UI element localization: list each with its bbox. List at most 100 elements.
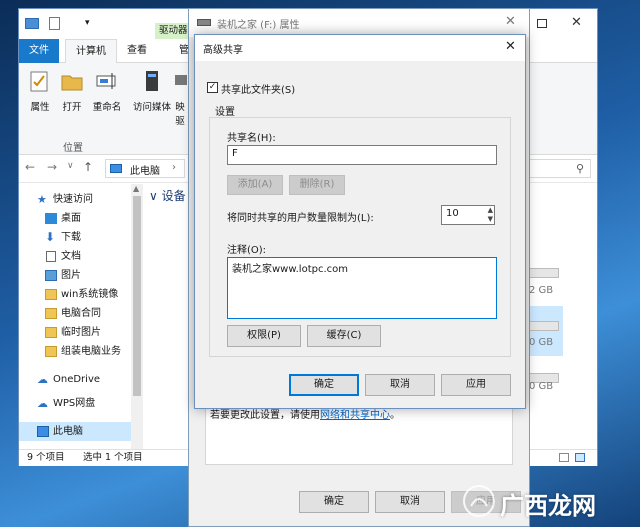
nav-item-folder[interactable]: win系统镜像 <box>19 285 143 304</box>
permissions-button[interactable]: 权限(P) <box>227 325 301 347</box>
access-media-button[interactable]: 访问媒体 <box>131 69 173 113</box>
chevron-right-icon: › <box>172 162 176 173</box>
star-icon: ★ <box>37 193 47 206</box>
rename-icon <box>95 69 119 93</box>
desktop-icon <box>45 213 57 224</box>
nav-this-pc[interactable]: 此电脑 <box>19 422 143 441</box>
caching-button[interactable]: 缓存(C) <box>307 325 381 347</box>
computer-icon <box>110 164 122 173</box>
properties-title: 装机之家 (F:) 属性 <box>217 20 300 31</box>
tab-view[interactable]: 查看 <box>117 39 157 63</box>
open-label: 打开 <box>62 102 82 113</box>
properties-qa-icon[interactable] <box>49 17 60 30</box>
document-icon <box>46 251 56 262</box>
nav-item-downloads[interactable]: ⬇ 下载 ✦ <box>19 228 143 247</box>
scroll-thumb[interactable] <box>133 196 141 396</box>
watermark-text: 广西龙网 <box>500 492 596 520</box>
up-arrow-icon[interactable]: ↑ <box>83 160 93 174</box>
cancel-button[interactable]: 取消 <box>365 374 435 396</box>
add-button[interactable]: 添加(A) <box>227 175 283 195</box>
open-button[interactable]: 打开 <box>57 69 87 113</box>
nav-item-folder[interactable]: 临时图片 <box>19 323 143 342</box>
tab-computer[interactable]: 计算机 <box>65 39 117 63</box>
address-bar[interactable]: 此电脑 › <box>105 159 185 178</box>
properties-content-area: 若要更改此设置，请使用网络和共享中心。 <box>205 401 513 465</box>
access-media-label: 访问媒体 <box>132 102 171 113</box>
map-drive-label: 映 <box>175 102 185 113</box>
computer-icon <box>37 426 49 437</box>
properties-titlebar: 装机之家 (F:) 属性 ✕ <box>189 9 529 37</box>
share-checkbox-label: 共享此文件夹(S) <box>221 85 296 96</box>
nav-item-desktop[interactable]: 桌面 ✦ <box>19 209 143 228</box>
properties-button[interactable]: 属性 <box>25 69 55 113</box>
media-server-icon <box>140 69 164 93</box>
nav-onedrive[interactable]: ☁ OneDrive <box>19 370 143 389</box>
map-drive-button[interactable]: 映 驱 <box>173 69 187 127</box>
drive-size: 0 GB <box>529 337 554 348</box>
close-icon[interactable]: ✕ <box>505 39 516 54</box>
user-limit-input[interactable]: 10 ▲ ▼ <box>441 205 495 225</box>
nav-item-documents[interactable]: 文档 ✦ <box>19 247 143 266</box>
network-drive-icon <box>173 69 187 93</box>
cloud-icon: ☁ <box>37 373 48 386</box>
folder-icon <box>45 289 57 300</box>
ok-button[interactable]: 确定 <box>289 374 359 396</box>
properties-ok-button[interactable]: 确定 <box>299 491 369 513</box>
map-drive-label-2: 驱 <box>175 116 185 127</box>
nav-item-folder[interactable]: 组装电脑业务 <box>19 342 143 361</box>
close-icon[interactable]: ✕ <box>505 14 516 29</box>
settings-label: 设置 <box>215 107 235 118</box>
dialog-title: 高级共享 <box>203 45 243 56</box>
ribbon-group-label: 位置 <box>63 143 83 154</box>
details-view-icon[interactable] <box>559 453 569 462</box>
status-selected: 选中 1 个项目 <box>83 452 143 463</box>
navigation-pane: ★ 快速访问 桌面 ✦ ⬇ 下载 ✦ 文档 ✦ 图片 ✦ win系统镜像 <box>19 184 143 449</box>
cloud-icon: ☁ <box>37 397 48 410</box>
nav-item-pictures[interactable]: 图片 ✦ <box>19 266 143 285</box>
nav-quick-access[interactable]: ★ 快速访问 <box>19 190 143 209</box>
properties-cancel-button[interactable]: 取消 <box>375 491 445 513</box>
share-checkbox[interactable]: ✓ <box>207 82 218 93</box>
folder-open-icon <box>60 69 84 93</box>
rename-label: 重命名 <box>92 102 122 113</box>
advanced-sharing-titlebar: 高级共享 ✕ <box>195 35 525 61</box>
forward-arrow-icon[interactable]: → <box>47 160 57 174</box>
download-icon: ⬇ <box>45 230 56 244</box>
nav-item-folder[interactable]: 电脑合同 <box>19 304 143 323</box>
close-icon[interactable]: ✕ <box>571 15 582 30</box>
properties-icon <box>28 69 52 93</box>
drive-icon <box>197 19 211 26</box>
share-name-input[interactable]: F <box>227 145 497 165</box>
scroll-up-icon[interactable]: ▲ <box>133 184 139 193</box>
chevron-down-icon: ∨ <box>149 189 162 203</box>
picture-icon <box>45 270 57 281</box>
comment-label: 注释(O): <box>227 245 267 256</box>
tiles-view-icon[interactable] <box>575 453 585 462</box>
folder-icon <box>45 327 57 338</box>
apply-button[interactable]: 应用 <box>441 374 511 396</box>
comment-textarea[interactable]: 装机之家www.lotpc.com <box>227 257 497 319</box>
maximize-icon[interactable] <box>537 19 547 28</box>
tab-file[interactable]: 文件 <box>19 39 59 63</box>
spin-down-icon[interactable]: ▼ <box>488 215 493 223</box>
nav-scrollbar[interactable]: ▲ <box>131 184 143 449</box>
user-limit-value: 10 <box>446 208 459 219</box>
back-arrow-icon[interactable]: ← <box>25 160 35 174</box>
spin-up-icon[interactable]: ▲ <box>488 206 493 214</box>
rename-button[interactable]: 重命名 <box>89 69 125 113</box>
recent-chevron-icon[interactable]: ∨ <box>67 161 74 171</box>
folder-icon <box>45 308 57 319</box>
remove-button[interactable]: 删除(R) <box>289 175 345 195</box>
tab-driver-tools[interactable]: 驱动器 <box>155 23 191 39</box>
properties-label: 属性 <box>30 102 50 113</box>
drive-size: 2 GB <box>529 285 554 296</box>
advanced-sharing-dialog: 高级共享 ✕ ✓ 共享此文件夹(S) 设置 共享名(H): F 添加(A) 删除… <box>194 34 526 409</box>
section-header[interactable]: ∨ 设备 <box>149 187 186 204</box>
status-item-count: 9 个项目 <box>27 452 65 463</box>
chevron-down-icon[interactable]: ▾ <box>85 18 90 28</box>
share-name-label: 共享名(H): <box>227 133 276 144</box>
nav-wps[interactable]: ☁ WPS网盘 <box>19 394 143 413</box>
watermark: 广西龙网 <box>462 484 612 520</box>
network-center-link[interactable]: 网络和共享中心 <box>320 410 390 421</box>
user-limit-label: 将同时共享的用户数量限制为(L): <box>227 213 374 224</box>
